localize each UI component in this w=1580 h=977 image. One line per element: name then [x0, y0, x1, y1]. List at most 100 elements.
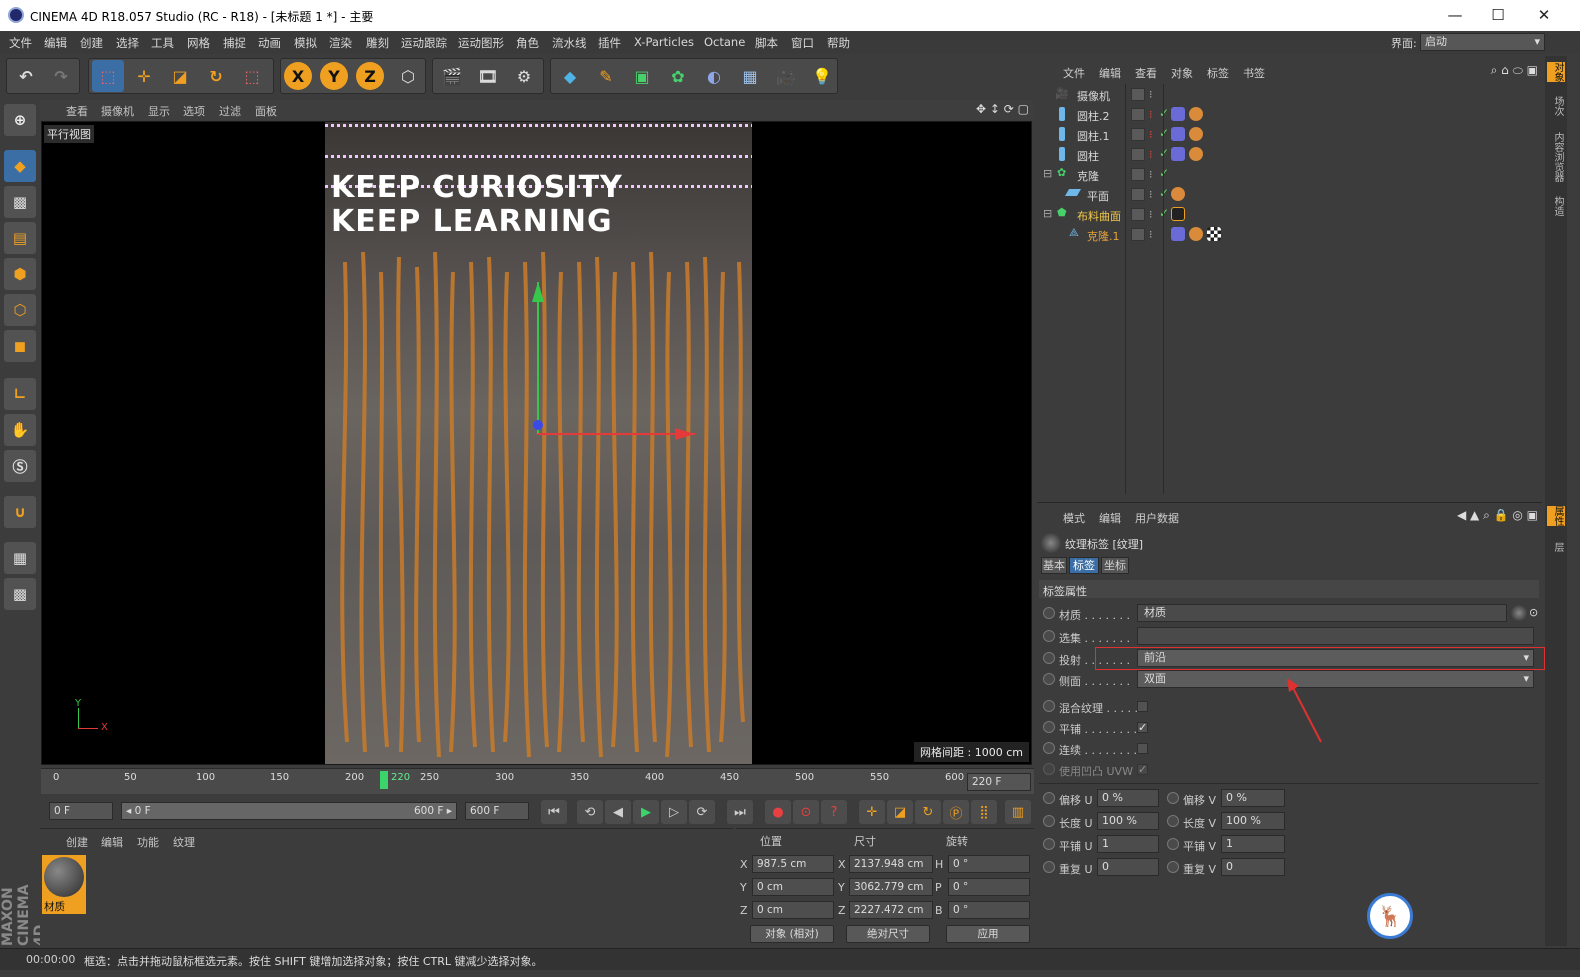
- tag-icon[interactable]: [1189, 107, 1203, 121]
- vp-menu-camera[interactable]: 摄像机: [101, 103, 134, 119]
- mat-menu-create[interactable]: 创建: [66, 834, 88, 850]
- menu-help[interactable]: 帮助: [827, 35, 850, 51]
- snap-icon[interactable]: ∪: [4, 496, 36, 528]
- prev-frame-icon[interactable]: ◀: [605, 800, 631, 824]
- obj-menu-edit[interactable]: 编辑: [1099, 65, 1121, 81]
- vp-menu-filter[interactable]: 过滤: [219, 103, 241, 119]
- enabled-check-icon[interactable]: ✓: [1159, 166, 1169, 180]
- attr-menu-mode[interactable]: 模式: [1063, 510, 1085, 526]
- repeat-v-radio[interactable]: [1167, 861, 1179, 873]
- material-anim-radio[interactable]: [1043, 607, 1055, 619]
- z-axis-lock-button[interactable]: Z: [356, 62, 384, 90]
- rot-p-field[interactable]: 0 °: [948, 878, 1030, 896]
- visibility-toggle[interactable]: [1131, 128, 1145, 141]
- attr-nav-icons[interactable]: ◀ ▲ ⌕ 🔒 ◎ ▣: [1457, 508, 1538, 523]
- enabled-check-icon[interactable]: ✓: [1159, 146, 1169, 160]
- seamless-anim-radio[interactable]: [1043, 742, 1055, 754]
- tile-anim-radio[interactable]: [1043, 721, 1055, 733]
- material-swatch[interactable]: 材质: [42, 855, 86, 915]
- rotate-icon[interactable]: ↻: [200, 60, 232, 92]
- visibility-toggle[interactable]: [1131, 208, 1145, 221]
- visibility-toggle[interactable]: [1131, 228, 1145, 241]
- menu-window[interactable]: 窗口: [791, 35, 814, 51]
- visibility-toggle[interactable]: [1131, 188, 1145, 201]
- length-v-field[interactable]: 100 %: [1221, 812, 1285, 830]
- mix-anim-radio[interactable]: [1043, 700, 1055, 712]
- locked-workplane-icon[interactable]: ▦: [4, 542, 36, 574]
- tag-icon[interactable]: [1171, 127, 1185, 141]
- light-icon[interactable]: 💡: [806, 60, 838, 92]
- workplane-mode-icon[interactable]: ▤: [4, 222, 36, 254]
- timeline-window-icon[interactable]: ▥: [1005, 800, 1031, 824]
- projection-anim-radio[interactable]: [1043, 652, 1055, 664]
- obj-menu-bookmarks[interactable]: 书签: [1243, 65, 1265, 81]
- tiles-u-field[interactable]: 1: [1097, 835, 1159, 853]
- seamless-checkbox[interactable]: [1137, 743, 1148, 754]
- start-frame-field[interactable]: 0 F: [49, 802, 113, 820]
- rot-h-field[interactable]: 0 °: [948, 855, 1030, 873]
- selection-field[interactable]: [1137, 627, 1534, 645]
- tab-content-browser-vertical[interactable]: 内容浏览器: [1547, 132, 1565, 182]
- vp-menu-options[interactable]: 选项: [183, 103, 205, 119]
- playhead[interactable]: [380, 771, 388, 789]
- prev-key-icon[interactable]: ⟲: [577, 800, 603, 824]
- enabled-check-icon[interactable]: ✓: [1159, 126, 1169, 140]
- object-row-cloner[interactable]: ⊟ ✿ 克隆 ⁝ ✓: [1041, 165, 1540, 185]
- axis-mode-icon[interactable]: ∟: [4, 378, 36, 410]
- link-pick-icon[interactable]: ⊙: [1529, 606, 1538, 619]
- keyframe-selection-icon[interactable]: ?: [821, 800, 847, 824]
- coord-mode-select[interactable]: 对象 (相对): [750, 925, 834, 943]
- render-dots[interactable]: ⁝: [1149, 228, 1159, 242]
- render-dots[interactable]: ⁝: [1149, 88, 1159, 102]
- pos-z-field[interactable]: 0 cm: [752, 901, 834, 919]
- tiles-v-radio[interactable]: [1167, 838, 1179, 850]
- x-axis-lock-button[interactable]: X: [284, 62, 312, 90]
- vp-menu-display[interactable]: 显示: [148, 103, 170, 119]
- next-frame-icon[interactable]: ▷: [661, 800, 687, 824]
- render-dots[interactable]: ⁝: [1149, 188, 1159, 202]
- menu-create[interactable]: 创建: [80, 35, 103, 51]
- offset-u-field[interactable]: 0 %: [1097, 789, 1159, 807]
- menu-script[interactable]: 脚本: [755, 35, 778, 51]
- obj-manager-nav-icons[interactable]: ⌕ ⌂ ⬭ ▣: [1491, 63, 1538, 78]
- subdivision-icon[interactable]: ▣: [626, 60, 658, 92]
- last-tool-icon[interactable]: ⬚: [236, 60, 268, 92]
- menu-octane[interactable]: Octane: [704, 35, 745, 49]
- maximize-button[interactable]: ☐: [1478, 4, 1518, 26]
- tab-layers-vertical[interactable]: 层: [1547, 542, 1565, 552]
- enabled-check-icon[interactable]: ✓: [1159, 206, 1169, 220]
- viewport-nav-icons[interactable]: ✥ ↕ ⟳ ▢: [976, 102, 1029, 116]
- side-anim-radio[interactable]: [1043, 673, 1055, 685]
- enabled-check-icon[interactable]: ✓: [1159, 106, 1169, 120]
- key-pla-icon[interactable]: ⣿: [971, 800, 997, 824]
- render-dots[interactable]: ⁝: [1149, 208, 1159, 222]
- offset-v-field[interactable]: 0 %: [1221, 789, 1285, 807]
- scale-icon[interactable]: ◪: [164, 60, 196, 92]
- menu-render[interactable]: 渲染: [329, 35, 352, 51]
- length-u-radio[interactable]: [1043, 815, 1055, 827]
- obj-menu-view[interactable]: 查看: [1135, 65, 1157, 81]
- material-link-field[interactable]: 材质: [1137, 604, 1507, 622]
- menu-plugins[interactable]: 插件: [598, 35, 621, 51]
- play-icon[interactable]: ▶: [633, 800, 659, 824]
- record-keys-icon[interactable]: ●: [765, 800, 791, 824]
- y-axis-lock-button[interactable]: Y: [320, 62, 348, 90]
- key-scale-icon[interactable]: ◪: [887, 800, 913, 824]
- size-z-field[interactable]: 2227.472 cm: [849, 901, 933, 919]
- poster-plane[interactable]: KEEP CURIOSITY KEEP LEARNING: [325, 122, 752, 764]
- pen-icon[interactable]: ✎: [590, 60, 622, 92]
- object-row-camera[interactable]: 🎥 摄像机 ⁝: [1041, 85, 1540, 105]
- side-select[interactable]: 双面 ▾: [1137, 670, 1534, 688]
- points-mode-icon[interactable]: ⬢: [4, 258, 36, 290]
- cloner-icon[interactable]: ✿: [662, 60, 694, 92]
- frame-range-slider[interactable]: ◂ 0 F 600 F ▸: [121, 802, 457, 820]
- object-row-cloth-surface[interactable]: ⊟ ⬟ 布料曲面 ⁝ ✓: [1041, 205, 1540, 225]
- key-param-icon[interactable]: Ⓟ: [943, 800, 969, 824]
- auto-key-icon[interactable]: ⊙: [793, 800, 819, 824]
- vp-menu-panel[interactable]: 面板: [255, 103, 277, 119]
- collapse-icon[interactable]: ⊟: [1043, 207, 1052, 220]
- menu-edit[interactable]: 编辑: [44, 35, 67, 51]
- tag-icon[interactable]: [1189, 127, 1203, 141]
- mat-menu-edit[interactable]: 编辑: [101, 834, 123, 850]
- camera-icon[interactable]: 🎥: [770, 60, 802, 92]
